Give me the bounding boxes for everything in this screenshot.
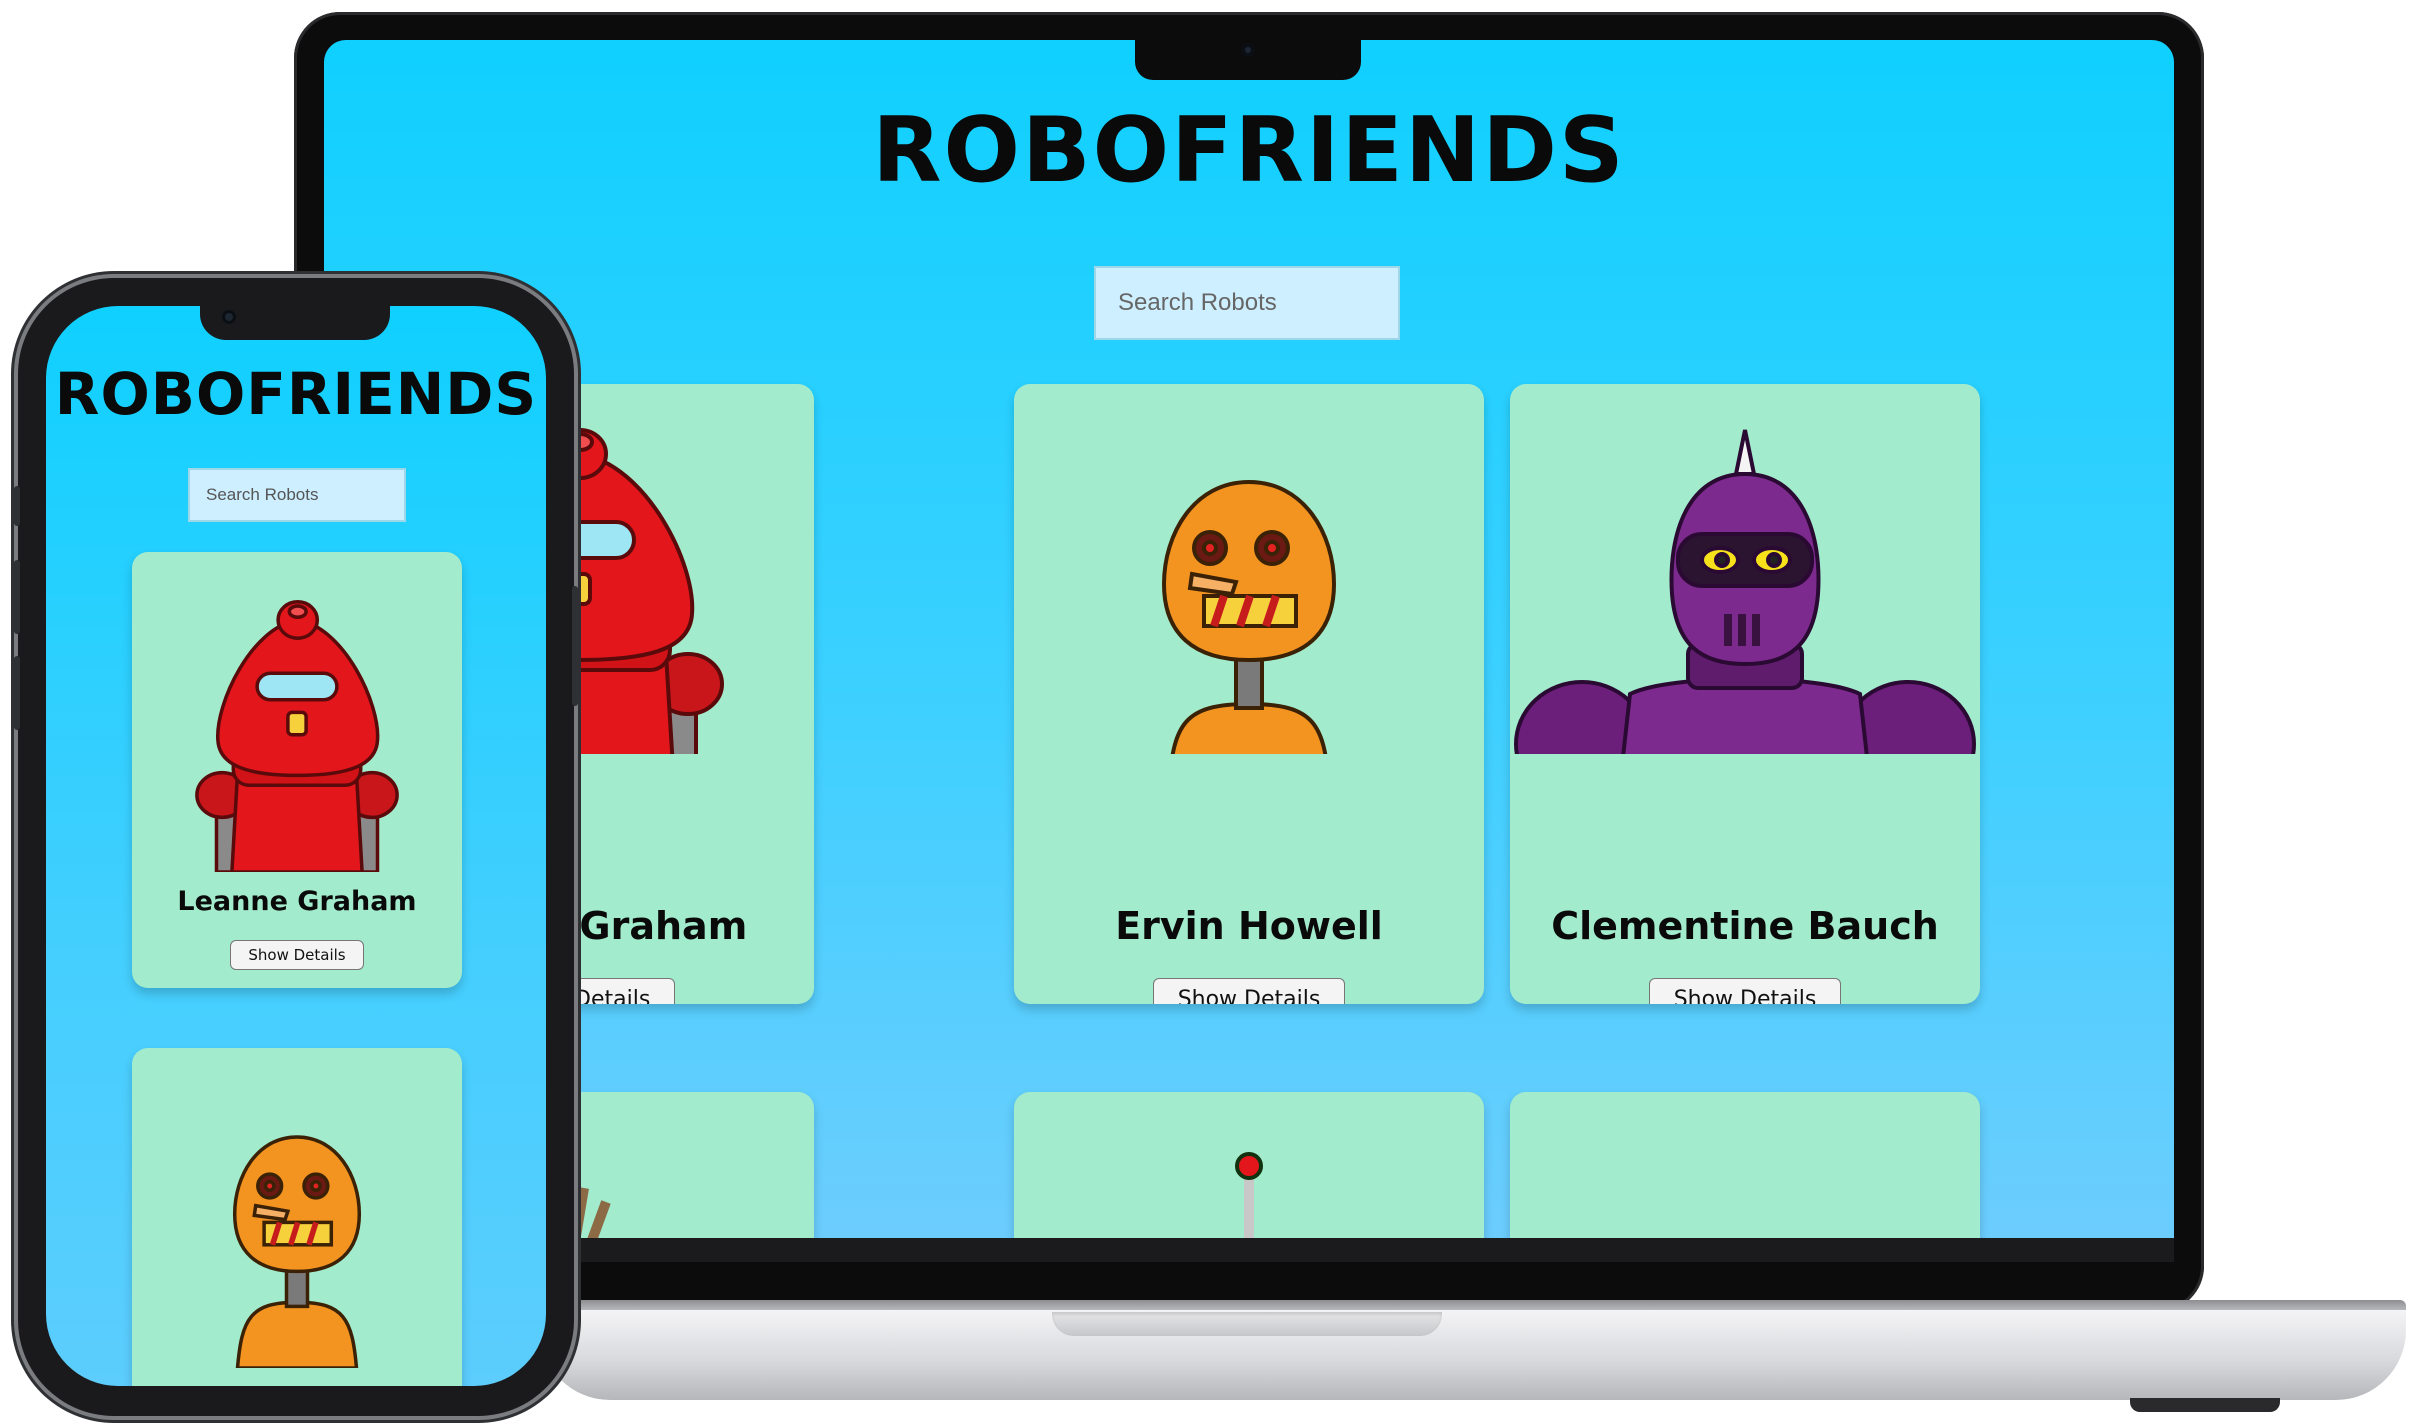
red-robot-avatar xyxy=(195,600,399,872)
robot-name: Clementine Bauch xyxy=(1551,904,1939,948)
phone-side-button xyxy=(14,656,20,730)
orange-robot-avatar xyxy=(1510,1132,1980,1238)
laptop-bezel-bottom xyxy=(324,1238,2174,1262)
phone-side-button xyxy=(572,586,578,706)
robot-name: Ervin Howell xyxy=(1115,904,1383,948)
laptop-foot xyxy=(2130,1398,2280,1412)
laptop-screen: ROBOFRIENDS Leanne Graham Show Details xyxy=(324,40,2174,1238)
robot-card: Leanne Graham Show Details xyxy=(132,552,462,988)
robot-card: Ervin Howell Show Details xyxy=(1014,384,1484,1004)
phone-side-button xyxy=(14,486,20,526)
phone-side-button xyxy=(14,560,20,634)
page-title: ROBOFRIENDS xyxy=(872,98,1626,203)
phone-screen: ROBOFRIENDS Leanne Graham Show Details xyxy=(46,306,546,1386)
robot-card xyxy=(1014,1092,1484,1238)
robot-name: Leanne Graham xyxy=(177,886,417,917)
page-title: ROBOFRIENDS xyxy=(54,360,538,428)
robot-card xyxy=(1510,1092,1980,1238)
camera-icon xyxy=(1242,44,1254,56)
robot-card: Clementine Bauch Show Details xyxy=(1510,384,1980,1004)
orange-robot-avatar xyxy=(1161,479,1337,754)
robot-card xyxy=(132,1048,462,1386)
laptop-base xyxy=(540,1310,2406,1400)
show-details-button[interactable]: Show Details xyxy=(230,940,364,970)
laptop-lid-notch xyxy=(1052,1312,1442,1336)
show-details-button[interactable]: Show Details xyxy=(1649,978,1841,1004)
show-details-button[interactable]: Show Details xyxy=(1153,978,1345,1004)
camera-icon xyxy=(222,310,236,324)
orange-robot-avatar xyxy=(232,1135,362,1368)
search-input[interactable] xyxy=(1094,266,1400,340)
purple-robot-avatar xyxy=(1514,429,1976,754)
green-robot-avatar xyxy=(1235,1152,1263,1238)
search-input[interactable] xyxy=(188,468,406,522)
